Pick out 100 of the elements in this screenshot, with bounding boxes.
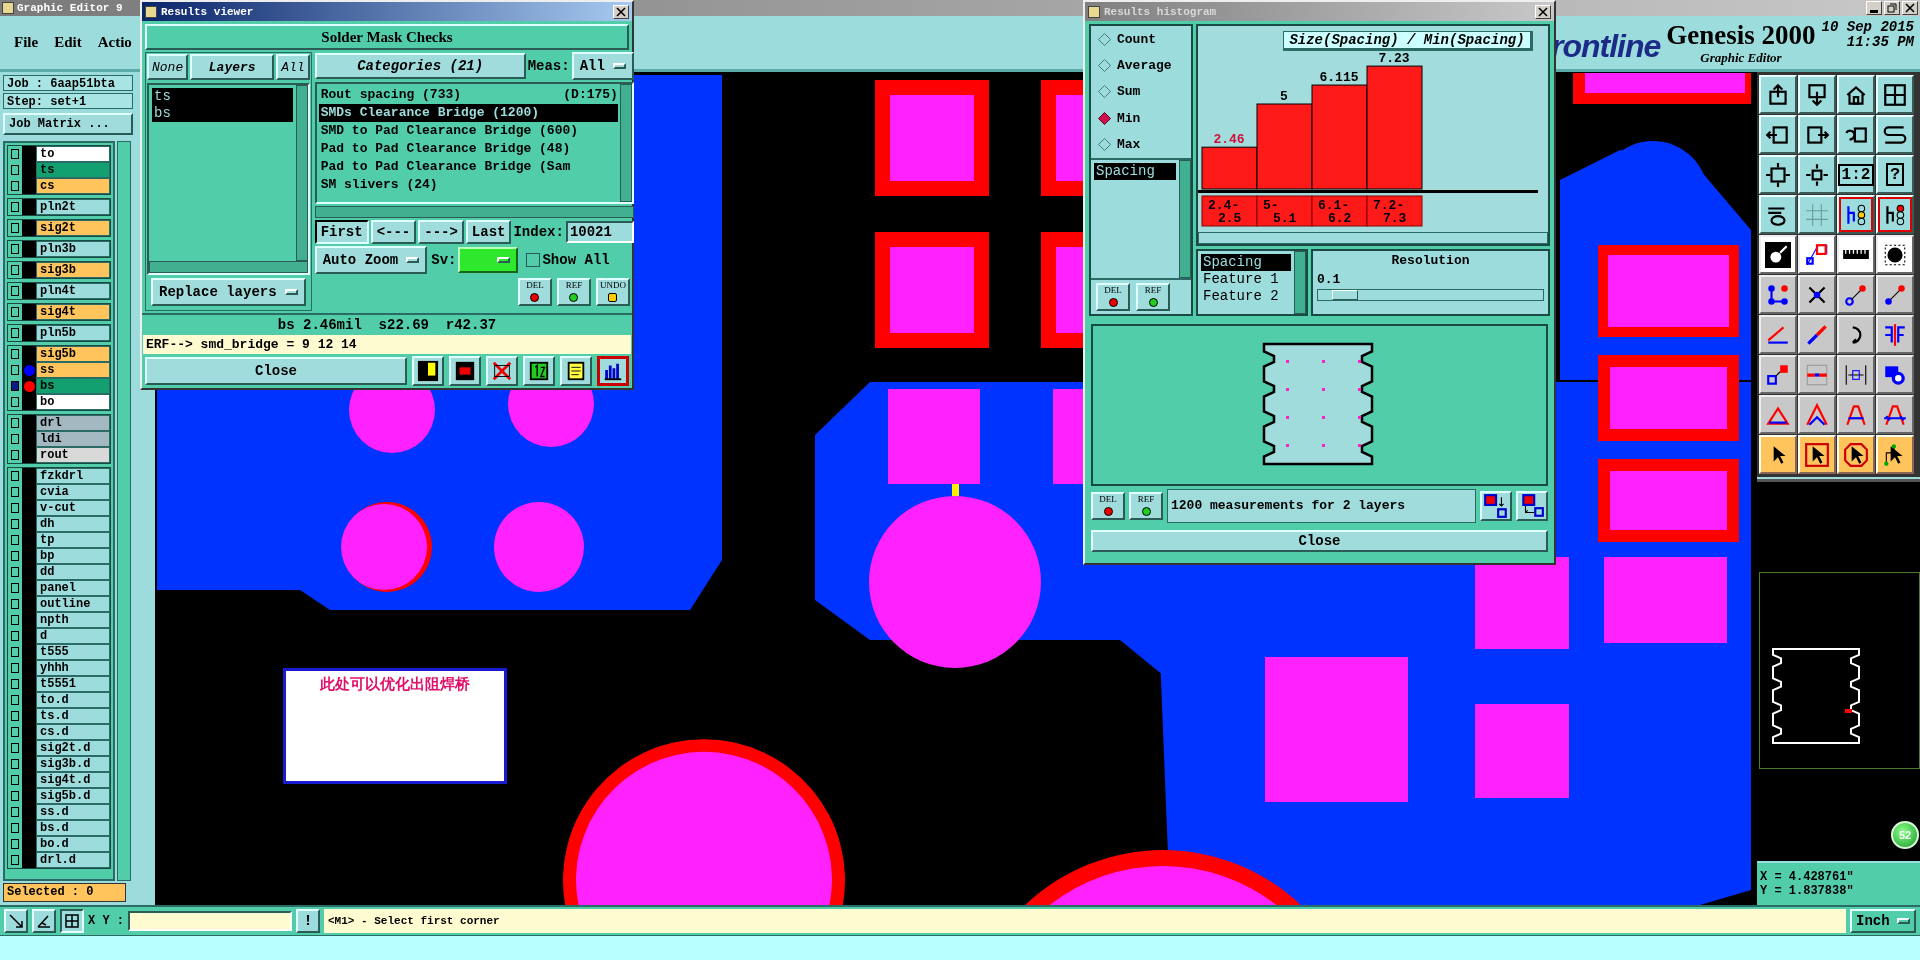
category-item[interactable]: SMD to Pad Clearance Bridge (600) [318,122,618,140]
route-pointer-button[interactable] [1876,435,1914,474]
layer-checkbox[interactable] [8,283,22,299]
layer-name[interactable]: sig3b [36,262,110,278]
layer-checkbox[interactable] [8,146,22,162]
layer-checkbox[interactable] [8,199,22,215]
layer-checkbox[interactable] [8,772,22,788]
line-nodes-button[interactable] [1837,275,1875,314]
layer-name[interactable]: sig4t [36,304,110,320]
scrollbar[interactable] [1198,232,1548,244]
layer-checkbox[interactable] [8,262,22,278]
ruler-button[interactable] [1837,235,1875,274]
pointer-button[interactable] [1759,435,1797,474]
fit-screen-button[interactable] [1759,155,1797,194]
layer-name[interactable]: v-cut [36,500,110,516]
grid-snap-button[interactable] [60,909,84,933]
layer-name[interactable]: bs.d [36,820,110,836]
zoom-mode-dropdown[interactable]: Auto Zoom [314,246,428,274]
horizontal-line-button[interactable] [1798,355,1836,394]
layer-name[interactable]: ss [36,362,110,378]
layer-checkbox[interactable] [8,220,22,236]
action-button[interactable]: DEL [1091,492,1125,520]
layer-checkbox[interactable] [8,644,22,660]
replace-layers-dropdown[interactable]: Replace layers [151,278,306,306]
action-button[interactable]: UNDO [595,278,630,306]
s-curve-button[interactable] [1876,115,1914,154]
layer-checkbox[interactable] [8,852,22,868]
layer-colors-button[interactable] [1837,195,1875,234]
tools-button[interactable] [1759,195,1797,234]
scrollbar[interactable] [295,85,308,261]
layer-checkbox[interactable] [8,304,22,320]
connect-nodes-button[interactable] [1759,275,1797,314]
layer-checkbox[interactable] [8,362,22,378]
layer-checkbox[interactable] [8,346,22,362]
layer-checkbox[interactable] [8,431,22,447]
select-box-button[interactable] [1798,235,1836,274]
layer-name[interactable]: outline [36,596,110,612]
screen-button[interactable] [449,356,481,386]
layer-name[interactable]: bs [36,378,110,394]
layer-checkbox[interactable] [8,325,22,341]
layer-checkbox[interactable] [8,692,22,708]
layer-name[interactable]: pln5b [36,325,110,341]
layer-list-item[interactable]: bs [152,105,293,122]
layer-name[interactable]: dh [36,516,110,532]
box-arrow-right-button[interactable] [1798,115,1836,154]
scrollbar[interactable] [117,141,131,881]
layer-name[interactable]: sig5b [36,346,110,362]
layer-name[interactable]: to [36,146,110,162]
layer-name[interactable]: cs [36,178,110,194]
close-button[interactable] [1535,4,1551,19]
radio-button[interactable] [1098,59,1111,73]
layer-checkbox[interactable] [8,516,22,532]
undo-button[interactable] [1837,115,1875,154]
severity-dropdown[interactable] [458,247,519,273]
layer-name[interactable]: dd [36,564,110,580]
category-item[interactable]: SMDs Clearance Bridge (1200) [318,104,618,122]
meas-dropdown[interactable]: All [571,52,634,80]
navigation-button[interactable]: First [314,220,369,244]
layer-name[interactable]: npth [36,612,110,628]
layer-name[interactable]: rout [36,447,110,463]
import-button[interactable] [1798,75,1836,114]
counter-button[interactable] [523,356,555,386]
layer-checkbox[interactable] [8,676,22,692]
layer-checkbox[interactable] [8,484,22,500]
layer-name[interactable]: to.d [36,692,110,708]
layer-checkbox[interactable] [8,612,22,628]
export-button[interactable] [1759,75,1797,114]
layer-checkbox[interactable] [8,178,22,194]
close-button[interactable] [613,4,629,19]
figure-button[interactable] [412,356,444,386]
field-item[interactable]: Spacing [1201,254,1291,271]
index-field[interactable]: 10021 [565,221,634,243]
scrollbar[interactable] [149,261,308,273]
layer-name[interactable]: sig2t [36,220,110,236]
ratio-button[interactable]: 1:2 [1837,155,1875,194]
angle-button[interactable] [32,909,56,933]
layer-name[interactable]: t5551 [36,676,110,692]
layer-checkbox[interactable] [8,580,22,596]
layer-name[interactable]: bo [36,394,110,410]
box-arrow-left-button[interactable] [1759,115,1797,154]
snapshot-button[interactable] [1759,235,1797,274]
layer-colors-button[interactable] [1876,195,1914,234]
shapes-button[interactable] [1876,355,1914,394]
layer-name[interactable]: cs.d [36,724,110,740]
node-pair-button[interactable] [1759,355,1797,394]
scrollbar[interactable] [314,206,634,218]
measure-button[interactable] [1837,355,1875,394]
layer-checkbox[interactable] [8,564,22,580]
crossed-out-button[interactable] [486,356,518,386]
layer-filter-button[interactable]: All [276,54,310,80]
peak-button[interactable] [1798,395,1836,434]
close-button[interactable]: Close [1091,530,1548,552]
dot-button[interactable] [1876,235,1914,274]
navigation-button[interactable]: <--- [370,220,417,244]
radio-button[interactable] [1098,111,1111,125]
pan-button[interactable] [1798,155,1836,194]
layer-name[interactable]: yhhh [36,660,110,676]
layer-name[interactable]: t555 [36,644,110,660]
category-item[interactable]: Rout spacing (733) (D:175) [318,86,618,104]
layer-name[interactable]: pln2t [36,199,110,215]
